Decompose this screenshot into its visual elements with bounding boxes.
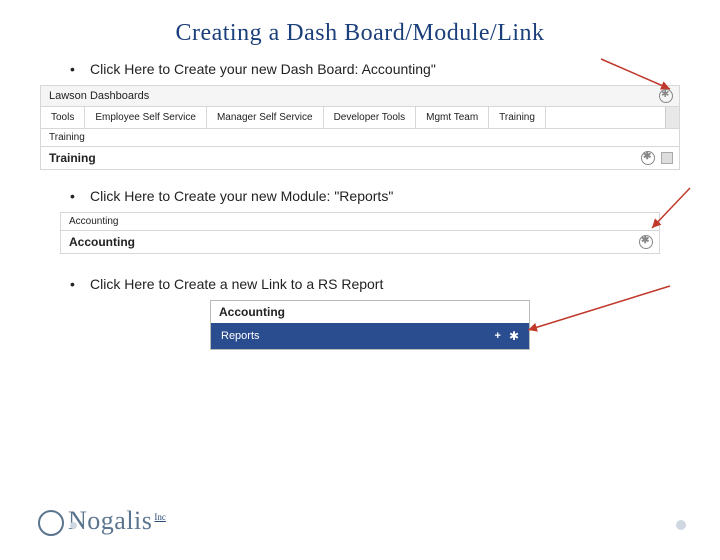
screenshot-module: Accounting Accounting <box>60 212 660 254</box>
subtab-training[interactable]: Training <box>40 129 680 147</box>
gear-icon[interactable] <box>639 235 653 249</box>
gear-icon[interactable] <box>659 89 673 103</box>
tab-tools[interactable]: Tools <box>41 107 85 128</box>
gear-icon[interactable]: ✱ <box>509 329 519 343</box>
tab-training[interactable]: Training <box>489 107 546 128</box>
module-bar-label: Reports <box>221 330 260 342</box>
bullet-2: Click Here to Create your new Module: "R… <box>70 188 720 204</box>
screenshot-dashboard: Lawson Dashboards Tools Employee Self Se… <box>40 85 680 170</box>
tab-dev[interactable]: Developer Tools <box>324 107 417 128</box>
logo: Nogalis Inc <box>38 506 166 536</box>
section-accounting: Accounting <box>60 231 660 254</box>
decor-dot <box>676 520 686 530</box>
tab-ess[interactable]: Employee Self Service <box>85 107 207 128</box>
scroll-up-icon[interactable] <box>661 152 673 164</box>
bullet-1: Click Here to Create your new Dash Board… <box>70 61 720 77</box>
section-training: Training <box>40 147 680 170</box>
panel-title-bar: Lawson Dashboards <box>40 85 680 107</box>
subtab-accounting[interactable]: Accounting <box>60 212 660 231</box>
slide-title: Creating a Dash Board/Module/Link <box>0 20 720 47</box>
plus-icon[interactable]: + <box>495 330 501 342</box>
scrollbar-stub <box>665 107 679 128</box>
module-bar-reports[interactable]: Reports + ✱ <box>211 323 529 349</box>
card-head-accounting: Accounting <box>211 301 529 323</box>
bullet-3: Click Here to Create a new Link to a RS … <box>70 276 720 292</box>
tab-mgmt[interactable]: Mgmt Team <box>416 107 489 128</box>
decor-dot <box>70 522 77 529</box>
logo-suffix: Inc <box>154 512 166 522</box>
screenshot-link: Accounting Reports + ✱ <box>210 300 530 350</box>
gear-icon[interactable] <box>641 151 655 165</box>
logo-text: Nogalis <box>68 506 152 536</box>
panel-title-text: Lawson Dashboards <box>49 90 149 102</box>
tab-mss[interactable]: Manager Self Service <box>207 107 324 128</box>
arrow-to-plus <box>528 286 670 330</box>
